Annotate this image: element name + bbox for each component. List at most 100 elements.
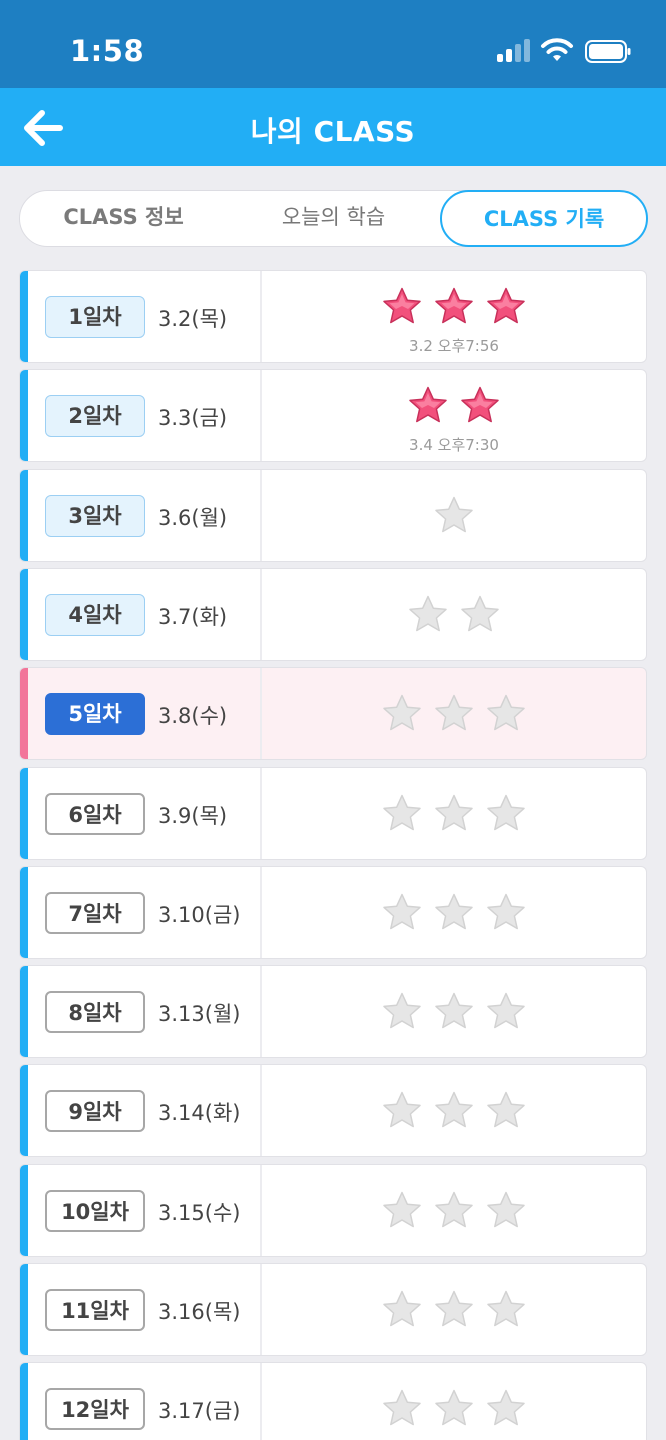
star-empty-icon [383,794,421,831]
row-indicator-bar [20,271,28,362]
star-empty-icon [487,893,525,930]
star-empty-icon [435,1091,473,1128]
star-rating [262,285,646,329]
day-row[interactable]: 2일차 3.3(금) 3.4 오후7:30 [19,369,647,462]
day-row[interactable]: 3일차 3.6(월) [19,469,647,562]
day-badge: 7일차 [45,892,145,934]
star-filled-icon [461,386,499,423]
star-empty-icon [383,1191,421,1228]
star-empty-icon [383,1290,421,1327]
day-row[interactable]: 5일차 3.8(수) [19,667,647,760]
day-date: 3.7(화) [158,605,228,629]
completion-timestamp: 3.2 오후7:56 [409,337,499,355]
row-indicator-bar [20,1165,28,1256]
day-date: 3.17(금) [158,1399,241,1423]
tab-class-record[interactable]: CLASS 기록 [440,190,648,247]
day-badge: 4일차 [45,594,145,636]
row-indicator-bar [20,569,28,660]
day-row[interactable]: 6일차 3.9(목) [19,767,647,860]
tab-class-info[interactable]: CLASS 정보 [20,190,227,247]
day-date: 3.13(월) [158,1002,241,1026]
star-empty-icon [487,1191,525,1228]
wifi-icon [541,38,573,61]
day-badge: 8일차 [45,991,145,1033]
cellular-signal-icon [497,38,533,62]
star-rating [262,494,646,538]
day-row[interactable]: 9일차 3.14(화) [19,1064,647,1157]
star-filled-icon [409,386,447,423]
day-row[interactable]: 12일차 3.17(금) [19,1362,647,1440]
star-empty-icon [383,893,421,930]
star-rating [262,1089,646,1133]
star-filled-icon [435,287,473,324]
star-rating [262,1288,646,1332]
star-empty-icon [435,496,473,533]
day-date: 3.16(목) [158,1300,241,1324]
day-date: 3.9(목) [158,804,228,828]
star-empty-icon [461,595,499,632]
day-date: 3.14(화) [158,1101,241,1125]
star-filled-icon [487,287,525,324]
star-empty-icon [435,1191,473,1228]
day-badge: 10일차 [45,1190,145,1232]
star-empty-icon [487,1389,525,1426]
star-empty-icon [383,1389,421,1426]
day-badge: 11일차 [45,1289,145,1331]
completion-timestamp: 3.4 오후7:30 [409,436,499,454]
row-indicator-bar [20,966,28,1057]
star-rating [262,593,646,637]
day-row[interactable]: 11일차 3.16(목) [19,1263,647,1356]
battery-icon [585,40,631,63]
row-indicator-bar [20,1264,28,1355]
status-bar: 1:58 [0,0,666,88]
row-indicator-bar [20,768,28,859]
star-empty-icon [487,794,525,831]
day-badge: 2일차 [45,395,145,437]
star-rating [262,692,646,736]
day-row[interactable]: 10일차 3.15(수) [19,1164,647,1257]
star-empty-icon [487,694,525,731]
day-date: 3.6(월) [158,506,228,530]
star-empty-icon [383,1091,421,1128]
star-rating [262,384,646,428]
tab-today-study[interactable]: 오늘의 학습 [230,190,437,247]
day-date: 3.3(금) [158,406,228,430]
star-rating [262,1387,646,1431]
day-date: 3.8(수) [158,704,228,728]
status-time: 1:58 [70,34,145,68]
star-empty-icon [487,992,525,1029]
day-badge: 3일차 [45,495,145,537]
star-empty-icon [487,1091,525,1128]
day-row[interactable]: 8일차 3.13(월) [19,965,647,1058]
star-empty-icon [435,992,473,1029]
star-empty-icon [487,1290,525,1327]
star-empty-icon [409,595,447,632]
day-row[interactable]: 1일차 3.2(목) 3.2 오후7:56 [19,270,647,363]
star-empty-icon [383,992,421,1029]
day-badge: 12일차 [45,1388,145,1430]
row-indicator-bar [20,1065,28,1156]
star-empty-icon [435,694,473,731]
row-indicator-bar [20,470,28,561]
day-date: 3.10(금) [158,903,241,927]
star-empty-icon [435,893,473,930]
star-rating [262,792,646,836]
row-indicator-bar [20,668,28,759]
tab-bar: CLASS 정보 오늘의 학습 CLASS 기록 [19,190,648,247]
star-empty-icon [383,694,421,731]
star-empty-icon [435,794,473,831]
day-row[interactable]: 4일차 3.7(화) [19,568,647,661]
page-title: 나의 CLASS [250,115,416,148]
day-date: 3.2(목) [158,307,228,331]
day-badge: 6일차 [45,793,145,835]
app-header: 나의 CLASS [0,88,666,166]
day-badge: 9일차 [45,1090,145,1132]
row-indicator-bar [20,1363,28,1440]
day-date: 3.15(수) [158,1201,241,1225]
row-indicator-bar [20,867,28,958]
day-row[interactable]: 7일차 3.10(금) [19,866,647,959]
day-badge: 5일차 [45,693,145,735]
star-rating [262,891,646,935]
day-badge: 1일차 [45,296,145,338]
row-indicator-bar [20,370,28,461]
